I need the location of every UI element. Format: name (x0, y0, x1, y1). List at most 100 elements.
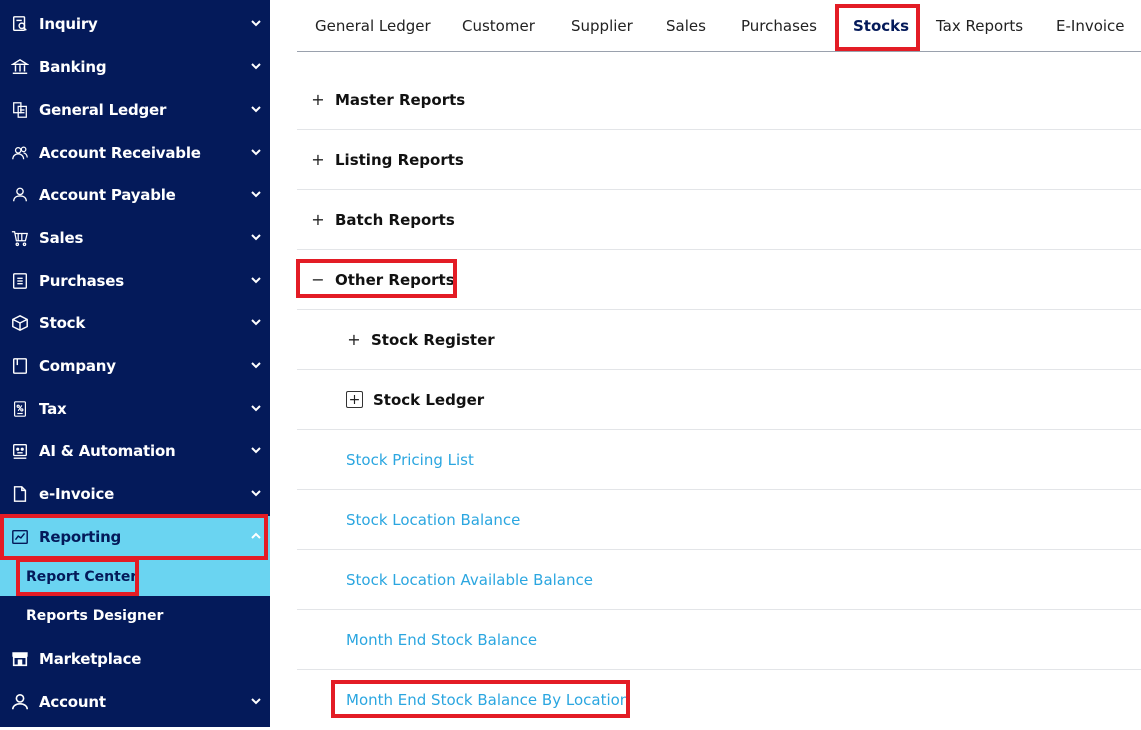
expand-icon[interactable]: + (311, 211, 325, 227)
box-icon (10, 313, 30, 333)
chevron-down-icon (251, 362, 261, 369)
chevron-down-icon (251, 63, 261, 70)
sidebar-item-stock[interactable]: Stock (0, 302, 270, 344)
expand-icon[interactable]: + (311, 151, 325, 167)
tab-customer[interactable]: Customer (462, 17, 535, 35)
store-icon (10, 649, 30, 669)
tab-sales[interactable]: Sales (666, 17, 706, 35)
sidebar-item-banking[interactable]: Banking (0, 46, 270, 88)
sidebar-item-label: Account (39, 693, 106, 711)
sidebar-item-label: Inquiry (39, 15, 98, 33)
chevron-down-icon (251, 319, 261, 326)
report-link-stock-location-balance[interactable]: Stock Location Balance (346, 511, 520, 529)
sidebar-item-label: Account Payable (39, 186, 176, 204)
report-group-label: Other Reports (335, 270, 455, 289)
sidebar-item-account-payable[interactable]: Account Payable (0, 174, 270, 216)
sidebar-item-ai-automation[interactable]: AI & Automation (0, 430, 270, 472)
sidebar-item-account-receivable[interactable]: Account Receivable (0, 132, 270, 174)
chevron-down-icon (251, 447, 261, 454)
chevron-down-icon (251, 277, 261, 284)
sidebar-item-reporting[interactable]: Reporting (0, 516, 270, 558)
report-link-row: Month End Stock Balance By Location (297, 670, 1141, 730)
chevron-down-icon (251, 149, 261, 156)
ledger-icon (10, 100, 30, 120)
expand-icon[interactable]: + (311, 91, 325, 107)
chart-icon (10, 527, 30, 547)
sidebar-item-label: Stock (39, 314, 86, 332)
report-link-row: Stock Pricing List (297, 430, 1141, 490)
expand-icon[interactable]: + (346, 391, 363, 408)
sidebar-item-label: Marketplace (39, 650, 142, 668)
file-icon (10, 484, 30, 504)
report-subgroup-stock-ledger[interactable]: + Stock Ledger (297, 370, 1141, 430)
chevron-down-icon (251, 191, 261, 198)
chevron-down-icon (251, 234, 261, 241)
users-icon (10, 143, 30, 163)
report-link-row: Stock Location Balance (297, 490, 1141, 550)
tab-e-invoice[interactable]: E-Invoice (1056, 17, 1125, 35)
report-link-month-end-stock-balance[interactable]: Month End Stock Balance (346, 631, 537, 649)
sidebar-subitem-report-center[interactable]: Report Center (0, 558, 270, 596)
sidebar-item-sales[interactable]: Sales (0, 217, 270, 259)
tab-general-ledger[interactable]: General Ledger (315, 17, 431, 35)
report-link-row: Stock Location Available Balance (297, 550, 1141, 610)
tax-icon (10, 399, 30, 419)
sidebar-item-label: AI & Automation (39, 442, 176, 460)
sidebar-item-label: Tax (39, 400, 67, 418)
sidebar-subitem-label: Reports Designer (26, 608, 164, 624)
report-group-listing[interactable]: + Listing Reports (297, 130, 1141, 190)
account-icon (10, 692, 30, 712)
sidebar-item-inquiry[interactable]: Inquiry (0, 3, 270, 45)
bank-icon (10, 57, 30, 77)
report-subgroup-label: Stock Ledger (373, 390, 485, 409)
sidebar-item-label: General Ledger (39, 101, 167, 119)
report-subgroup-stock-register[interactable]: + Stock Register (297, 310, 1141, 370)
receipt-icon (10, 271, 30, 291)
sidebar-item-label: Account Receivable (39, 144, 201, 162)
cart-icon (10, 228, 30, 248)
expand-icon[interactable]: + (347, 331, 361, 347)
sidebar-item-label: Sales (39, 229, 84, 247)
report-group-batch[interactable]: + Batch Reports (297, 190, 1141, 250)
tab-stocks[interactable]: Stocks (853, 17, 909, 35)
report-subgroup-label: Stock Register (371, 330, 495, 349)
report-group-label: Master Reports (335, 90, 466, 109)
sidebar-item-purchases[interactable]: Purchases (0, 260, 270, 302)
chevron-down-icon (251, 405, 261, 412)
sidebar-item-account[interactable]: Account (0, 681, 270, 723)
report-group-label: Listing Reports (335, 150, 464, 169)
sidebar-item-label: Purchases (39, 272, 124, 290)
report-group-other[interactable]: − Other Reports (297, 250, 1141, 310)
sidebar-item-tax[interactable]: Tax (0, 388, 270, 430)
sidebar-item-general-ledger[interactable]: General Ledger (0, 89, 270, 131)
chevron-up-icon (251, 532, 261, 539)
chevron-down-icon (251, 106, 261, 113)
tab-tax-reports[interactable]: Tax Reports (936, 17, 1023, 35)
chevron-down-icon (251, 20, 261, 27)
report-link-stock-location-available-balance[interactable]: Stock Location Available Balance (346, 571, 593, 589)
sidebar: Inquiry Banking General Ledger Account R… (0, 0, 270, 727)
sidebar-item-company[interactable]: Company (0, 345, 270, 387)
report-link-month-end-stock-balance-by-location[interactable]: Month End Stock Balance By Location (346, 691, 629, 709)
chevron-down-icon (251, 490, 261, 497)
report-group-master[interactable]: + Master Reports (297, 70, 1141, 130)
sidebar-subitem-label: Report Center (26, 569, 138, 585)
robot-icon (10, 441, 30, 461)
report-link-stock-pricing-list[interactable]: Stock Pricing List (346, 451, 474, 469)
inquiry-icon (10, 14, 30, 34)
collapse-icon[interactable]: − (311, 271, 325, 287)
report-group-label: Batch Reports (335, 210, 455, 229)
sidebar-item-marketplace[interactable]: Marketplace (0, 638, 270, 680)
chevron-down-icon (251, 698, 261, 705)
tab-supplier[interactable]: Supplier (571, 17, 633, 35)
report-category-tabs: General Ledger Customer Supplier Sales P… (297, 0, 1141, 52)
sidebar-item-e-invoice[interactable]: e-Invoice (0, 473, 270, 515)
user-icon (10, 185, 30, 205)
report-link-row: Month End Stock Balance (297, 610, 1141, 670)
sidebar-subitem-reports-designer[interactable]: Reports Designer (0, 597, 270, 635)
sidebar-item-label: Company (39, 357, 116, 375)
sidebar-item-label: e-Invoice (39, 485, 115, 503)
sidebar-item-label: Reporting (39, 528, 122, 546)
tab-purchases[interactable]: Purchases (741, 17, 817, 35)
sidebar-item-label: Banking (39, 58, 107, 76)
